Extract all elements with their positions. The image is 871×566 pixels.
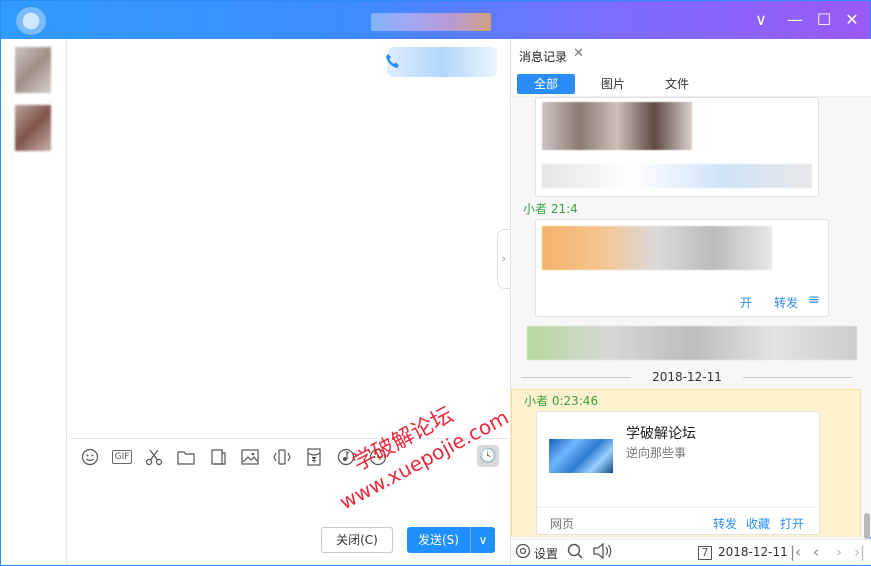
- contact-avatar[interactable]: [15, 105, 51, 151]
- red-packet-icon[interactable]: [303, 446, 325, 468]
- history-tab-header: 消息记录 ✕: [511, 39, 871, 69]
- card-menu-icon[interactable]: ≡: [808, 292, 820, 308]
- link-title[interactable]: 学破解论坛: [626, 423, 696, 443]
- scissors-icon[interactable]: [143, 446, 165, 468]
- calendar-icon[interactable]: 7: [698, 546, 712, 560]
- message-card: [535, 97, 819, 197]
- history-scrollbar[interactable]: [863, 97, 871, 539]
- maximize-button[interactable]: ☐: [813, 9, 835, 31]
- date-separator-label: 2018-12-11: [652, 370, 722, 384]
- history-date-value[interactable]: 2018-12-11: [718, 545, 788, 559]
- collapse-window-button[interactable]: ∨: [750, 9, 772, 31]
- title-bar: ∨ — ☐ ✕: [1, 1, 870, 39]
- send-button[interactable]: 发送(S) ∨: [407, 527, 495, 553]
- history-tab-close-icon[interactable]: ✕: [573, 46, 584, 61]
- speaker-icon[interactable]: [593, 542, 613, 563]
- obscured-content: [527, 326, 857, 360]
- link-card-footer: 网页 转发 收藏 打开: [537, 507, 819, 535]
- gif-icon[interactable]: GIF: [111, 446, 133, 468]
- forward-link[interactable]: 转发: [713, 515, 737, 532]
- chat-title-obscured: [371, 13, 491, 31]
- next-page-icon[interactable]: ›: [836, 543, 842, 561]
- card-open-link[interactable]: 开: [740, 294, 752, 311]
- link-thumbnail: [549, 439, 613, 473]
- last-page-icon[interactable]: ›|: [854, 543, 865, 561]
- minimize-button[interactable]: —: [784, 9, 806, 31]
- history-filter-bar: 全部 图片 文件: [511, 69, 871, 97]
- chat-window: ∨ — ☐ ✕ GIF 🕓 关闭(C) 发送(S) ∨ › 消息记录 ✕ 全部 …: [0, 0, 871, 566]
- chat-area: GIF 🕓 关闭(C) 发送(S) ∨: [67, 39, 509, 565]
- open-link[interactable]: 打开: [780, 515, 804, 532]
- filter-all[interactable]: 全部: [517, 74, 575, 94]
- panel-collapse-handle[interactable]: ›: [497, 229, 511, 289]
- shake-icon[interactable]: [271, 446, 293, 468]
- history-icon[interactable]: 🕓: [477, 445, 499, 467]
- highlighted-message: 小者 0:23:46 学破解论坛 逆向那些事 网页 转发 收藏 打开: [511, 389, 861, 537]
- favorite-link[interactable]: 收藏: [746, 515, 770, 532]
- send-options-chevron-icon[interactable]: ∨: [471, 527, 495, 553]
- history-bottom-bar: 设置 7 2018-12-11 |‹ ‹ › ›|: [511, 539, 871, 565]
- doc-icon[interactable]: [207, 446, 229, 468]
- link-subtitle: 逆向那些事: [626, 446, 687, 460]
- close-button[interactable]: 关闭(C): [321, 527, 393, 553]
- contact-avatar[interactable]: [15, 47, 51, 93]
- filter-images[interactable]: 图片: [589, 74, 637, 94]
- chat-header-obscured: [387, 47, 497, 77]
- card-forward-link[interactable]: 转发: [774, 294, 798, 311]
- link-source: 网页: [550, 517, 575, 531]
- folder-icon[interactable]: [175, 446, 197, 468]
- obscured-content: [542, 164, 812, 188]
- send-label[interactable]: 发送(S): [407, 527, 471, 553]
- message-sender: 小者 0:23:46: [524, 394, 599, 408]
- phone-icon[interactable]: [385, 53, 399, 73]
- message-list: 小者 21:4 开 转发 ≡ 2018-12-11 小者 0:23:46 学破解…: [511, 97, 863, 537]
- close-window-button[interactable]: ✕: [841, 9, 863, 31]
- filter-files[interactable]: 文件: [653, 74, 701, 94]
- obscured-content: [542, 102, 692, 150]
- app-logo: [16, 7, 46, 35]
- link-share-card[interactable]: 学破解论坛 逆向那些事 网页 转发 收藏 打开: [536, 411, 820, 535]
- emoji-icon[interactable]: [79, 446, 101, 468]
- history-panel: 消息记录 ✕ 全部 图片 文件 小者 21:4 开 转发 ≡ 2018-12-1…: [510, 39, 871, 565]
- history-tab-title[interactable]: 消息记录: [519, 48, 567, 65]
- message-sender: 小者 21:4: [523, 202, 578, 216]
- image-icon[interactable]: [239, 446, 261, 468]
- obscured-content: [542, 226, 772, 270]
- search-icon[interactable]: [567, 543, 583, 563]
- settings-label[interactable]: 设置: [534, 545, 558, 562]
- first-page-icon[interactable]: |‹: [790, 543, 801, 561]
- gear-icon[interactable]: [515, 543, 531, 563]
- message-card: 开 转发 ≡: [535, 219, 829, 317]
- contact-sidebar: [1, 39, 67, 565]
- prev-page-icon[interactable]: ‹: [813, 543, 819, 561]
- date-separator: 2018-12-11: [511, 370, 863, 384]
- scrollbar-thumb[interactable]: [864, 513, 870, 539]
